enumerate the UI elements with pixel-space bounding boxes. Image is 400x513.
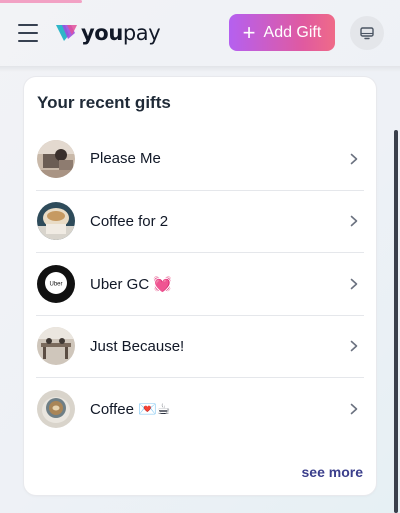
gift-avatar <box>37 139 75 178</box>
gift-list: Please Me Coffee for 2 Uber Uber GC 💓 Ju… <box>36 128 364 441</box>
logo-wordmark: youpay <box>81 21 161 45</box>
gift-name: Please Me <box>90 150 161 168</box>
gift-row[interactable]: Uber Uber GC 💓 <box>36 253 364 316</box>
gift-row[interactable]: Coffee for 2 <box>36 191 364 253</box>
monitor-icon <box>360 26 374 39</box>
youpay-logo[interactable]: youpay <box>56 20 161 46</box>
app-header: youpay + Add Gift <box>0 0 400 66</box>
chevron-right-icon <box>350 403 358 415</box>
see-more-link[interactable]: see more <box>302 464 363 480</box>
chevron-right-icon <box>350 340 358 352</box>
uber-badge-text: Uber <box>49 281 62 287</box>
recent-gifts-title: Your recent gifts <box>37 93 171 112</box>
chevron-right-icon <box>350 153 358 165</box>
recent-gifts-card: Your recent gifts Please Me Coffee for 2… <box>24 77 376 495</box>
youpay-logo-mark-icon <box>56 25 77 41</box>
gift-name: Coffee 💌☕ <box>90 401 171 419</box>
header-shadow <box>0 66 400 72</box>
hamburger-menu-icon[interactable] <box>18 24 40 42</box>
plus-icon: + <box>242 19 256 45</box>
gift-row[interactable]: Please Me <box>36 128 364 191</box>
gift-avatar <box>37 327 75 366</box>
add-gift-label: Add Gift <box>263 23 322 41</box>
scrollbar[interactable] <box>394 130 398 513</box>
gift-name: Coffee for 2 <box>90 212 169 230</box>
add-gift-button[interactable]: + Add Gift <box>229 14 335 51</box>
gift-avatar <box>37 202 75 241</box>
gift-row[interactable]: Coffee 💌☕ <box>36 378 364 441</box>
chevron-right-icon <box>350 278 358 290</box>
chevron-right-icon <box>350 215 358 227</box>
uber-logo-avatar: Uber <box>37 264 75 303</box>
gift-name: Uber GC 💓 <box>90 275 173 293</box>
device-button[interactable] <box>350 16 384 50</box>
gift-avatar <box>37 390 75 429</box>
gift-name: Just Because! <box>90 337 185 355</box>
gift-row[interactable]: Just Because! <box>36 316 364 378</box>
